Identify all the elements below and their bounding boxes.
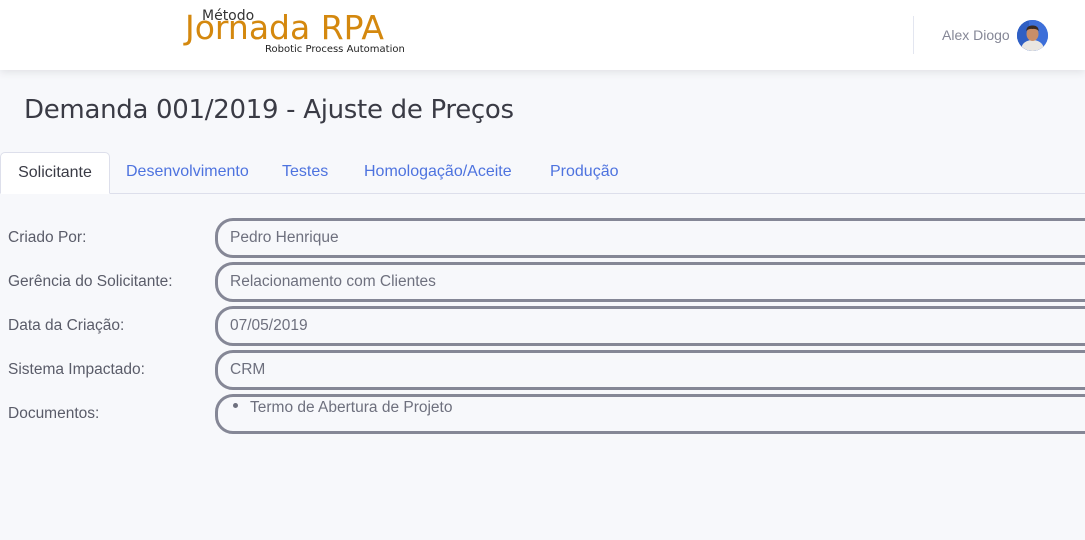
page-title: Demanda 001/2019 - Ajuste de Preços <box>24 95 514 125</box>
tab-producao[interactable]: Produção <box>550 152 619 193</box>
form-row-documentos: Documentos: Termo de Abertura de Projeto <box>0 394 1085 438</box>
user-name[interactable]: Alex Diogo <box>942 27 1010 43</box>
tab-homologacao-aceite[interactable]: Homologação/Aceite <box>364 152 512 193</box>
user-avatar-icon <box>1017 20 1048 51</box>
criado-por-field[interactable]: Pedro Henrique <box>215 218 1085 258</box>
logo-main-text: Jornada RPA <box>185 8 384 47</box>
form-row-sistema-impactado: Sistema Impactado: CRM <box>0 350 1085 394</box>
tab-testes[interactable]: Testes <box>282 152 328 193</box>
gerencia-label: Gerência do Solicitante: <box>8 273 173 290</box>
gerencia-field[interactable]: Relacionamento com Clientes <box>215 262 1085 302</box>
form-row-gerencia: Gerência do Solicitante: Relacionamento … <box>0 262 1085 306</box>
data-criacao-label: Data da Criação: <box>8 317 125 334</box>
top-navbar: Método Jornada RPA Robotic Process Autom… <box>0 0 1085 70</box>
documentos-label: Documentos: <box>8 405 100 422</box>
logo-subtitle: Robotic Process Automation <box>265 44 405 55</box>
sistema-impactado-label: Sistema Impactado: <box>8 361 145 378</box>
documentos-field: Termo de Abertura de Projeto <box>215 394 1085 434</box>
tab-bar: Solicitante Desenvolvimento Testes Homol… <box>0 152 1085 194</box>
topbar-divider <box>913 16 914 54</box>
tab-solicitante[interactable]: Solicitante <box>0 152 110 194</box>
data-criacao-field[interactable]: 07/05/2019 <box>215 306 1085 346</box>
criado-por-label: Criado Por: <box>8 229 87 246</box>
sistema-impactado-field[interactable]: CRM <box>215 350 1085 390</box>
list-item[interactable]: Termo de Abertura de Projeto <box>218 400 1085 416</box>
documents-list: Termo de Abertura de Projeto <box>218 400 1085 416</box>
form-row-criado-por: Criado Por: Pedro Henrique <box>0 218 1085 262</box>
bullet-icon <box>233 403 238 408</box>
form-row-data-criacao: Data da Criação: 07/05/2019 <box>0 306 1085 350</box>
document-link[interactable]: Termo de Abertura de Projeto <box>250 399 452 416</box>
avatar[interactable] <box>1017 20 1048 51</box>
jornada-rpa-logo[interactable]: Método Jornada RPA Robotic Process Autom… <box>185 6 405 60</box>
tab-desenvolvimento[interactable]: Desenvolvimento <box>126 152 249 193</box>
